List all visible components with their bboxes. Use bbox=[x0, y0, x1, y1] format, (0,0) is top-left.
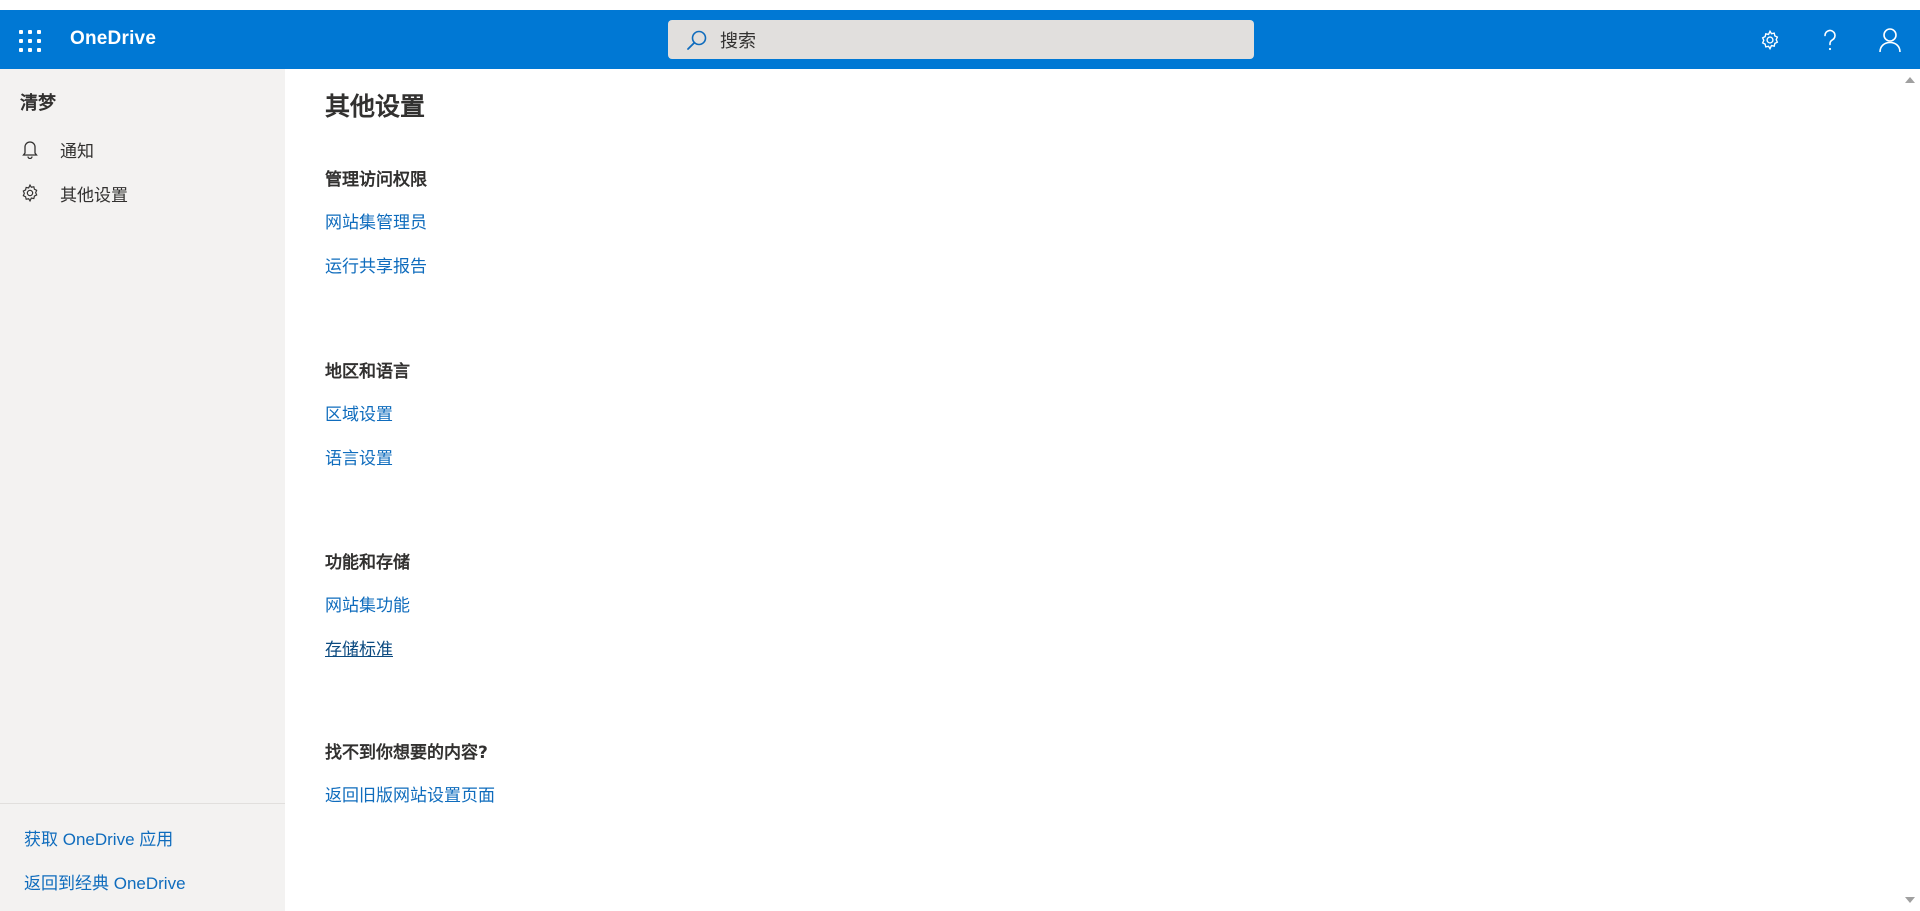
sidebar-item-other-settings[interactable]: 其他设置 bbox=[0, 173, 285, 213]
vertical-scrollbar[interactable] bbox=[1900, 69, 1920, 911]
get-onedrive-app-link[interactable]: 获取 OneDrive 应用 bbox=[24, 825, 173, 850]
top-strip bbox=[0, 0, 1920, 10]
storage-metrics-link[interactable]: 存储标准 bbox=[325, 635, 393, 660]
top-header: OneDrive 搜索 bbox=[0, 10, 1920, 69]
site-collection-admins-link[interactable]: 网站集管理员 bbox=[325, 208, 427, 233]
scroll-down-arrow-icon[interactable] bbox=[1905, 897, 1915, 903]
help-icon[interactable] bbox=[1814, 24, 1846, 56]
section-title-region-language: 地区和语言 bbox=[325, 362, 410, 382]
sidebar-item-label: 通知 bbox=[60, 141, 94, 162]
gear-icon bbox=[20, 183, 40, 203]
account-icon[interactable] bbox=[1874, 24, 1906, 56]
bell-icon bbox=[20, 139, 40, 159]
sidebar-divider bbox=[0, 803, 285, 804]
user-name: 清梦 bbox=[20, 93, 56, 114]
language-settings-link[interactable]: 语言设置 bbox=[325, 444, 393, 469]
section-title-features-storage: 功能和存储 bbox=[325, 553, 410, 573]
site-collection-features-link[interactable]: 网站集功能 bbox=[325, 591, 410, 616]
search-placeholder: 搜索 bbox=[720, 30, 756, 52]
sidebar-item-notifications[interactable]: 通知 bbox=[0, 129, 285, 169]
sidebar-item-label: 其他设置 bbox=[60, 185, 128, 206]
app-launcher-icon[interactable] bbox=[19, 30, 41, 52]
return-classic-onedrive-link[interactable]: 返回到经典 OneDrive bbox=[24, 869, 186, 894]
left-sidebar: 清梦 通知 其他设置 获取 OneDrive 应用 返回到经典 OneDrive bbox=[0, 69, 285, 911]
section-title-access: 管理访问权限 bbox=[325, 170, 427, 190]
legacy-site-settings-link[interactable]: 返回旧版网站设置页面 bbox=[325, 781, 495, 806]
search-box[interactable]: 搜索 bbox=[668, 20, 1254, 59]
section-title-cant-find: 找不到你想要的内容? bbox=[325, 743, 488, 763]
regional-settings-link[interactable]: 区域设置 bbox=[325, 400, 393, 425]
page-title: 其他设置 bbox=[325, 92, 426, 121]
main-content: 其他设置 管理访问权限 网站集管理员 运行共享报告 地区和语言 区域设置 语言设… bbox=[285, 69, 1900, 911]
search-icon bbox=[687, 30, 707, 50]
run-sharing-report-link[interactable]: 运行共享报告 bbox=[325, 252, 427, 277]
scroll-up-arrow-icon[interactable] bbox=[1905, 77, 1915, 83]
app-brand[interactable]: OneDrive bbox=[70, 28, 156, 50]
settings-gear-icon[interactable] bbox=[1754, 24, 1786, 56]
